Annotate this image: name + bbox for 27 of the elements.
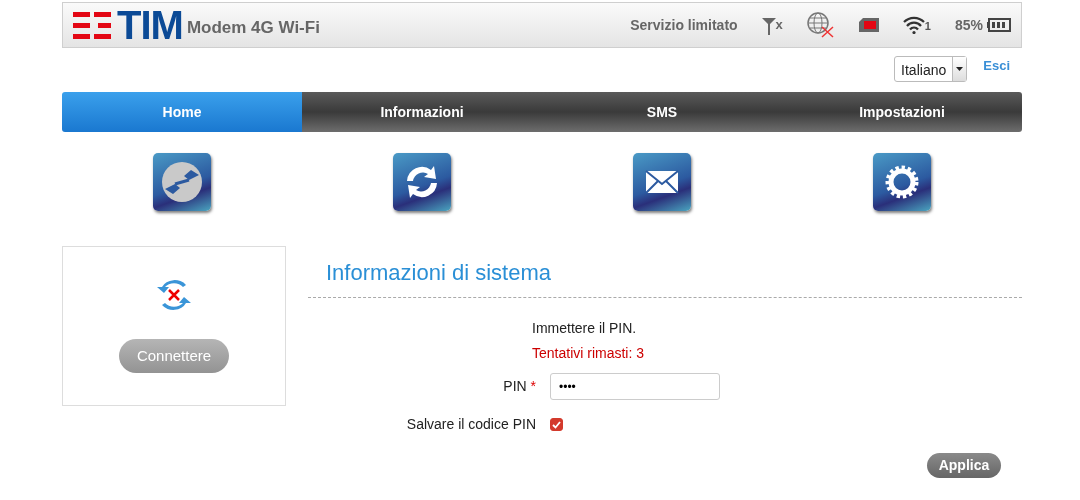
save-pin-checkbox[interactable] [550,418,563,431]
gear-shortcut-button[interactable] [873,153,931,211]
attempts-remaining: Tentativi rimasti: 3 [532,344,645,363]
plug-shortcut-button[interactable] [153,153,211,211]
sim-card-icon [858,18,879,32]
nav-tab[interactable]: Home [62,92,302,132]
apply-button[interactable]: Applica [927,453,1001,478]
envelope-shortcut-button[interactable] [633,153,691,211]
nav-tab[interactable]: Impostazioni [782,92,1022,132]
service-status: Servizio limitato [630,15,738,35]
required-mark: * [530,378,536,394]
language-select[interactable]: Italiano [894,56,968,82]
logo-icon [73,10,113,40]
save-pin-label: Salvare il codice PIN [406,416,536,432]
pin-field[interactable]: •••• [550,373,720,400]
nav-tab[interactable]: Informazioni [302,92,542,132]
refresh-shortcut-button[interactable] [393,153,451,211]
pin-prompt: Immettere il PIN. [532,319,637,338]
caret-icon [956,67,964,71]
section-title: Informazioni di sistema [326,260,551,285]
product-name: Modem 4G Wi-Fi [186,17,320,40]
battery-level: 85% [954,15,983,35]
logo-text: TIM [117,5,183,45]
globe-disconnected-icon [806,12,835,38]
pin-label: PIN [503,378,527,394]
battery-icon [987,18,1011,32]
nav-tab[interactable]: SMS [542,92,782,132]
